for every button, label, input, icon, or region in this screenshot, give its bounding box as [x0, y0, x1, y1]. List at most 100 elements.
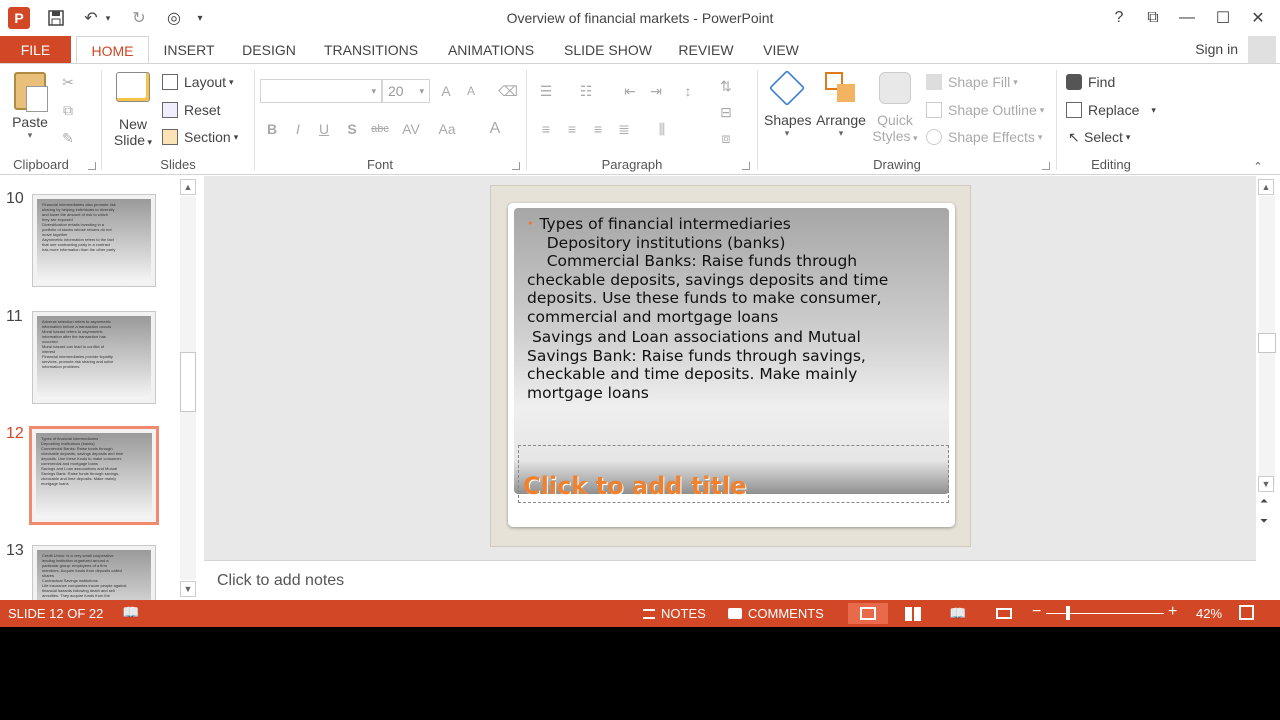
new-slide-button[interactable]: New Slide ▾: [108, 72, 158, 148]
slide-thumbnail[interactable]: Financial intermediaries also promote ri…: [32, 194, 156, 287]
notes-pane[interactable]: Click to add notes: [204, 560, 1256, 600]
reading-view-button[interactable]: 📖: [946, 603, 970, 624]
zoom-level[interactable]: 42%: [1196, 606, 1222, 621]
drawing-launcher-icon[interactable]: [1042, 162, 1050, 170]
thumbnail-scrollbar[interactable]: ▲ ▼: [179, 176, 197, 600]
tab-slide-show[interactable]: SLIDE SHOW: [560, 36, 656, 64]
tab-review[interactable]: REVIEW: [674, 36, 738, 64]
next-slide-icon[interactable]: ⏷: [1260, 516, 1268, 527]
increase-indent-icon[interactable]: ⇥: [646, 81, 666, 101]
slide-editor[interactable]: • Types of financial intermediaries Depos…: [204, 176, 1256, 560]
align-text-icon[interactable]: ⊟: [716, 102, 736, 122]
justify-icon[interactable]: ≣: [614, 119, 634, 139]
tab-home[interactable]: HOME: [76, 36, 149, 64]
align-right-icon[interactable]: ≡: [588, 119, 608, 139]
clipboard-launcher-icon[interactable]: [88, 162, 96, 170]
scroll-up-icon[interactable]: ▲: [180, 179, 196, 195]
copy-icon[interactable]: ⧉: [58, 100, 78, 120]
font-color-button[interactable]: A: [485, 119, 505, 139]
spell-check-icon[interactable]: 📖: [122, 604, 139, 621]
numbering-icon[interactable]: ☷: [576, 81, 596, 101]
reset-button[interactable]: Reset: [162, 102, 221, 118]
slide-sorter-button[interactable]: [901, 603, 925, 624]
find-button[interactable]: Find: [1066, 74, 1115, 90]
clear-formatting-icon[interactable]: ⌫: [498, 81, 518, 101]
notes-button[interactable]: NOTES: [643, 606, 706, 621]
arrange-button[interactable]: Arrange ▾: [814, 72, 868, 139]
shapes-icon: [768, 69, 806, 107]
scroll-down-icon[interactable]: ▼: [1258, 476, 1274, 492]
tab-view[interactable]: VIEW: [756, 36, 806, 64]
close-icon[interactable]: ✕: [1243, 6, 1273, 30]
tab-transitions[interactable]: TRANSITIONS: [320, 36, 422, 64]
normal-view-button[interactable]: [848, 603, 888, 624]
help-icon[interactable]: ?: [1104, 6, 1134, 30]
font-name-field[interactable]: ▾: [260, 79, 382, 103]
grow-font-icon[interactable]: A: [436, 81, 456, 101]
slide-show-button[interactable]: [992, 603, 1016, 624]
scroll-up-icon[interactable]: ▲: [1258, 179, 1274, 195]
tab-file[interactable]: FILE: [0, 36, 71, 64]
scroll-thumb[interactable]: [180, 352, 196, 412]
select-button[interactable]: ↖ Select ▾: [1068, 129, 1130, 145]
scroll-down-icon[interactable]: ▼: [180, 581, 196, 597]
title-placeholder[interactable]: Click to add title: [518, 445, 949, 503]
body-line: Commercial Banks: Raise funds through: [527, 252, 858, 270]
format-painter-icon[interactable]: ✎: [58, 128, 78, 148]
ribbon-display-options-icon[interactable]: ⧉: [1138, 6, 1168, 30]
quick-styles-button[interactable]: Quick Styles ▾: [870, 72, 920, 144]
scroll-thumb[interactable]: [1258, 333, 1276, 353]
projector-icon: [996, 608, 1012, 619]
decrease-indent-icon[interactable]: ⇤: [620, 81, 640, 101]
zoom-out-button[interactable]: −: [1032, 603, 1041, 621]
fit-slide-icon[interactable]: [1239, 605, 1254, 620]
slide-number-selected: 12: [6, 425, 24, 442]
change-case-button[interactable]: Aa: [432, 119, 462, 139]
text-direction-icon[interactable]: ⇅: [716, 76, 736, 96]
replace-button[interactable]: Replace ▾: [1066, 102, 1156, 118]
paste-button[interactable]: Paste ▾: [8, 72, 52, 141]
minimize-icon[interactable]: —: [1172, 6, 1202, 30]
convert-to-smartart-icon[interactable]: ⧈: [716, 128, 736, 148]
tab-animations[interactable]: ANIMATIONS: [440, 36, 542, 64]
strikethrough-button[interactable]: abc: [368, 119, 392, 139]
layout-button[interactable]: Layout ▾: [162, 74, 234, 90]
slide-thumbnail[interactable]: Adverse selection refers to asymmetric in…: [32, 311, 156, 404]
maximize-icon[interactable]: ☐: [1208, 6, 1238, 30]
comments-button[interactable]: COMMENTS: [728, 606, 824, 621]
line-spacing-icon[interactable]: ↕: [678, 81, 698, 101]
character-spacing-button[interactable]: AV: [396, 119, 426, 139]
collapse-ribbon-icon[interactable]: ⌃: [1248, 156, 1268, 176]
font-size-field[interactable]: 20 ▾: [382, 79, 430, 103]
slide-thumbnail[interactable]: Credit Union: is a very small cooperativ…: [32, 545, 156, 600]
avatar[interactable]: [1248, 36, 1276, 64]
zoom-slider[interactable]: [1046, 613, 1164, 614]
shape-effects-button[interactable]: Shape Effects ▾: [926, 129, 1042, 145]
columns-icon[interactable]: ⫼: [652, 119, 672, 139]
shrink-font-icon[interactable]: A: [461, 81, 481, 101]
cut-icon[interactable]: ✂: [58, 72, 78, 92]
shape-fill-button[interactable]: Shape Fill ▾: [926, 74, 1018, 90]
editor-scrollbar[interactable]: ▲ ▼ ⏶ ⏷: [1256, 176, 1280, 560]
shape-outline-button[interactable]: Shape Outline ▾: [926, 102, 1044, 118]
bold-button[interactable]: B: [262, 119, 282, 139]
bullets-icon[interactable]: ☰: [536, 81, 556, 101]
underline-button[interactable]: U: [314, 119, 334, 139]
slide-body-text[interactable]: • Types of financial intermediaries Depos…: [527, 215, 937, 402]
paragraph-launcher-icon[interactable]: [742, 162, 750, 170]
previous-slide-icon[interactable]: ⏶: [1260, 496, 1268, 507]
shadow-button[interactable]: S: [342, 119, 362, 139]
shapes-button[interactable]: Shapes ▾: [764, 69, 811, 139]
zoom-in-button[interactable]: +: [1168, 603, 1177, 621]
window-title: Overview of financial markets - PowerPoi…: [506, 10, 774, 26]
align-left-icon[interactable]: ≡: [536, 119, 556, 139]
italic-button[interactable]: I: [288, 119, 308, 139]
align-center-icon[interactable]: ≡: [562, 119, 582, 139]
sign-in-link[interactable]: Sign in: [1195, 41, 1238, 57]
tab-design[interactable]: DESIGN: [236, 36, 302, 64]
zoom-slider-thumb[interactable]: [1066, 606, 1070, 620]
slide-thumbnail-selected[interactable]: Types of financial intermediaries Deposit…: [29, 426, 159, 525]
font-launcher-icon[interactable]: [512, 162, 520, 170]
section-button[interactable]: Section ▾: [162, 129, 238, 145]
tab-insert[interactable]: INSERT: [160, 36, 218, 64]
